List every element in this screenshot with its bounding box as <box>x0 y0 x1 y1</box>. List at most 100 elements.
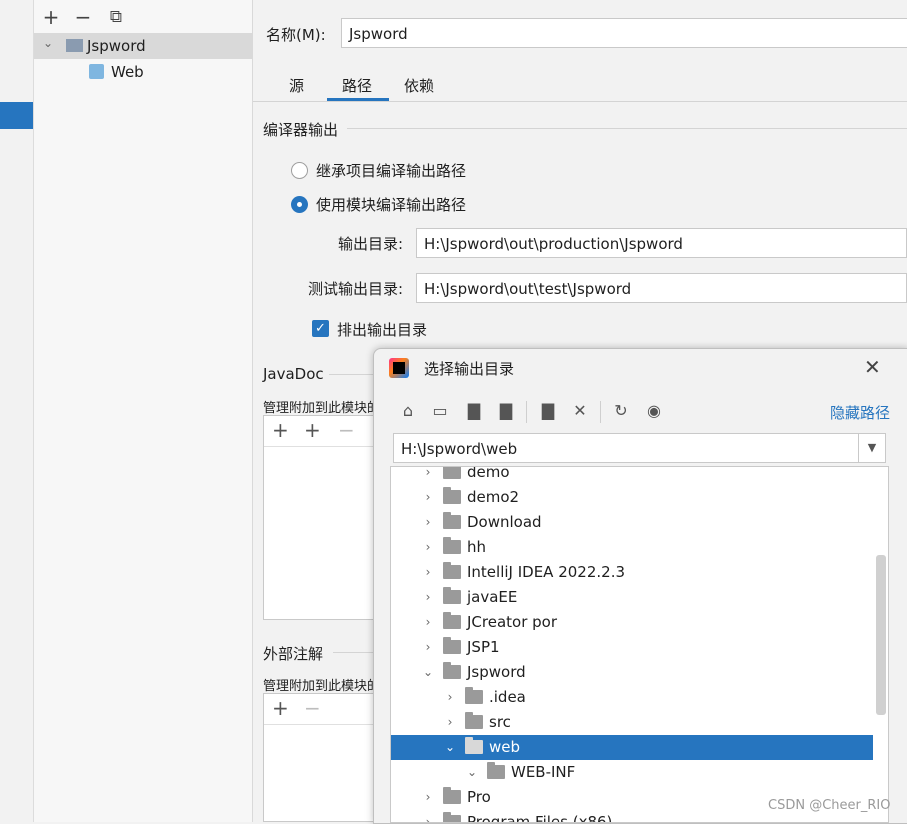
toolbar-separator <box>600 401 601 423</box>
folder-icon <box>465 687 483 704</box>
section-divider <box>347 128 907 129</box>
intellij-logo-icon <box>389 358 409 378</box>
tree-row-label: demo2 <box>467 488 520 506</box>
tree-row[interactable]: › JSP1 <box>391 635 873 660</box>
radio-module-output[interactable] <box>291 196 308 213</box>
add-icon[interactable]: + <box>272 418 289 442</box>
chevron-right-icon[interactable]: › <box>421 810 435 822</box>
tab-sources[interactable]: 源 <box>289 75 304 96</box>
chevron-down-icon[interactable]: ⌄ <box>421 660 435 685</box>
chevron-right-icon[interactable]: › <box>443 685 457 710</box>
tree-row-label: demo <box>467 466 510 481</box>
external-annotations-title: 外部注解 <box>263 645 324 663</box>
project-folder-icon[interactable]: ▇ <box>464 401 484 421</box>
tree-row[interactable]: › hh <box>391 535 873 560</box>
tree-row-label: .idea <box>489 688 526 706</box>
tree-row-label: web <box>489 738 521 756</box>
left-strip-selected-item[interactable] <box>0 102 33 129</box>
toolbar-separator <box>526 401 527 423</box>
tree-row-label: Program Files (x86) <box>467 813 613 823</box>
tree-row[interactable]: › src <box>391 710 873 735</box>
chevron-right-icon[interactable]: › <box>421 535 435 560</box>
chevron-right-icon[interactable]: › <box>443 710 457 735</box>
module-tree-label: Jspword <box>87 37 146 55</box>
tab-dependencies[interactable]: 依赖 <box>404 75 434 96</box>
javadoc-list[interactable]: + + − <box>263 415 375 620</box>
remove-icon[interactable]: − <box>338 418 355 442</box>
tree-row[interactable]: › demo <box>391 466 873 485</box>
chevron-right-icon[interactable]: › <box>421 635 435 660</box>
chevron-down-icon[interactable]: ⌄ <box>465 760 479 785</box>
copy-icon[interactable]: ⧉ <box>105 6 127 28</box>
tree-row-label: Jspword <box>467 663 526 681</box>
section-divider <box>329 374 373 375</box>
directory-tree[interactable]: › demo › demo2 › Download › hh › IntelliJ IDEA 20… <box>390 466 889 823</box>
tree-row[interactable]: › IntelliJ IDEA 2022.2.3 <box>391 560 873 585</box>
remove-icon[interactable]: − <box>72 6 94 28</box>
exclude-output-label: 排出输出目录 <box>337 321 428 339</box>
tree-row-label: WEB-INF <box>511 763 576 781</box>
tree-row-label: hh <box>467 538 487 556</box>
hide-path-link[interactable]: 隐藏路径 <box>830 402 890 423</box>
new-folder-icon[interactable]: ▇ <box>538 401 558 421</box>
path-dropdown-arrow-icon[interactable]: ▼ <box>858 433 886 463</box>
folder-icon <box>443 662 461 679</box>
folder-icon <box>443 487 461 504</box>
chevron-right-icon[interactable]: › <box>421 610 435 635</box>
tree-row-label: JSP1 <box>467 638 500 656</box>
chevron-down-icon[interactable]: ⌄ <box>443 735 457 760</box>
chevron-down-icon[interactable]: ⌄ <box>43 36 53 50</box>
add-icon[interactable]: + <box>272 696 289 720</box>
test-output-dir-input[interactable]: H:\Jspword\out\test\Jspword <box>416 273 907 303</box>
tree-row-label: Download <box>467 513 542 531</box>
tree-row-label: javaEE <box>467 588 518 606</box>
chevron-right-icon[interactable]: › <box>421 560 435 585</box>
tree-row[interactable]: › Download <box>391 510 873 535</box>
chevron-right-icon[interactable]: › <box>421 510 435 535</box>
remove-icon[interactable]: − <box>304 696 321 720</box>
radio-inherit-label: 继承项目编译输出路径 <box>316 162 467 180</box>
external-annotations-list[interactable]: + − <box>263 693 375 822</box>
add-icon[interactable]: + <box>40 6 62 28</box>
close-icon[interactable]: ✕ <box>864 355 881 379</box>
folder-icon <box>443 537 461 554</box>
tree-row[interactable]: › .idea <box>391 685 873 710</box>
tree-row[interactable]: › demo2 <box>391 485 873 510</box>
exclude-output-checkbox[interactable]: ✓ <box>312 320 329 337</box>
external-annotations-description: 管理附加到此模块的 <box>263 679 381 694</box>
tree-row[interactable]: › javaEE <box>391 585 873 610</box>
chevron-right-icon[interactable]: › <box>421 467 435 485</box>
tree-row[interactable]: ⌄ Jspword <box>391 660 873 685</box>
delete-icon[interactable]: ✕ <box>570 401 590 421</box>
radio-inherit-output[interactable] <box>291 162 308 179</box>
folder-icon <box>465 712 483 729</box>
tree-row-label: IntelliJ IDEA 2022.2.3 <box>467 563 626 581</box>
test-output-dir-label: 测试输出目录: <box>308 280 404 298</box>
refresh-icon[interactable]: ↻ <box>611 401 631 421</box>
module-tree-item-jspword[interactable]: ⌄ Jspword <box>34 33 252 59</box>
output-dir-input[interactable]: H:\Jspword\out\production\Jspword <box>416 228 907 258</box>
output-dir-label: 输出目录: <box>338 235 404 253</box>
show-hidden-icon[interactable]: ◉ <box>644 401 664 421</box>
dialog-title: 选择输出目录 <box>424 360 515 378</box>
tree-row[interactable]: ⌄ WEB-INF <box>391 760 873 785</box>
name-label: 名称(M): <box>266 26 326 44</box>
tree-row[interactable]: ⌄ web <box>391 735 873 760</box>
module-tree-item-web[interactable]: Web <box>34 60 252 86</box>
folder-icon <box>443 512 461 529</box>
tree-row[interactable]: › JCreator por <box>391 610 873 635</box>
section-divider <box>333 652 373 653</box>
module-folder-icon[interactable]: ▇ <box>496 401 516 421</box>
chevron-right-icon[interactable]: › <box>421 485 435 510</box>
tree-scrollbar[interactable] <box>876 555 886 715</box>
chevron-right-icon[interactable]: › <box>421 585 435 610</box>
tree-row-label: JCreator por <box>467 613 558 631</box>
add-url-icon[interactable]: + <box>304 418 321 442</box>
path-input[interactable]: H:\Jspword\web <box>393 433 859 463</box>
tab-paths[interactable]: 路径 <box>342 75 372 96</box>
module-folder-icon <box>66 39 83 52</box>
chevron-right-icon[interactable]: › <box>421 785 435 810</box>
desktop-icon[interactable]: ▭ <box>430 401 450 421</box>
name-input[interactable]: Jspword <box>341 18 907 48</box>
home-icon[interactable]: ⌂ <box>398 401 418 421</box>
